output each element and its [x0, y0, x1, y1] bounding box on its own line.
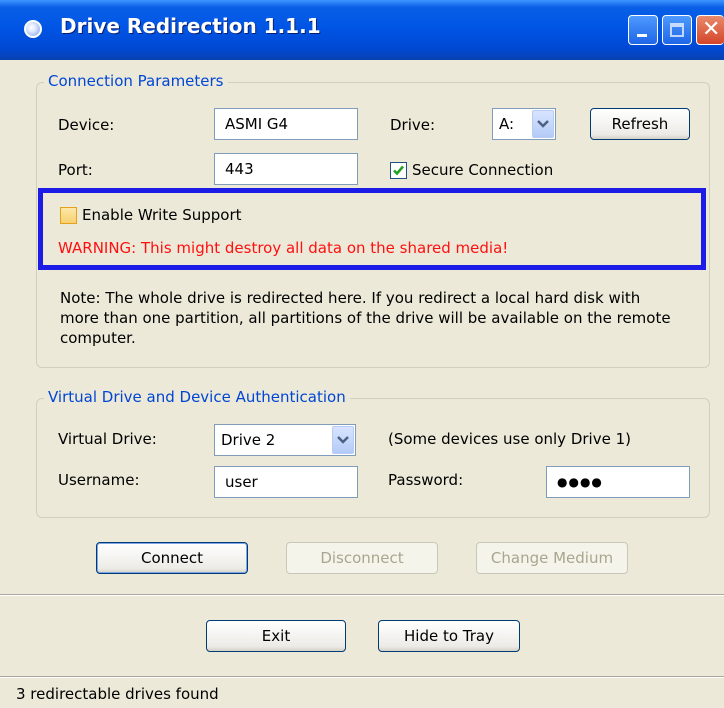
- minimize-button[interactable]: [628, 15, 658, 45]
- maximize-icon: [670, 23, 684, 37]
- device-label: Device:: [58, 116, 115, 134]
- password-label: Password:: [388, 471, 464, 489]
- virtual-drive-group: [36, 398, 710, 518]
- connect-button[interactable]: Connect: [96, 542, 248, 574]
- virtual-drive-label: Virtual Drive:: [58, 430, 157, 448]
- window-title: Drive Redirection 1.1.1: [60, 14, 321, 38]
- exit-button[interactable]: Exit: [206, 620, 346, 652]
- device-field[interactable]: ASMI G4: [214, 108, 358, 140]
- enable-write-label[interactable]: Enable Write Support: [82, 206, 242, 224]
- status-separator: [0, 676, 724, 678]
- disconnect-button[interactable]: Disconnect: [286, 542, 438, 574]
- drive-select-value: A:: [499, 115, 515, 133]
- port-label: Port:: [58, 161, 93, 179]
- checkmark-icon: [393, 165, 404, 176]
- password-field[interactable]: ●●●●: [546, 466, 690, 498]
- secure-connection-label[interactable]: Secure Connection: [412, 161, 553, 179]
- drive-select[interactable]: A:: [492, 108, 556, 140]
- app-icon[interactable]: [24, 20, 42, 38]
- drive-note-text: Note: The whole drive is redirected here…: [60, 289, 671, 347]
- button-separator: [0, 594, 724, 596]
- close-button[interactable]: ✕: [696, 15, 724, 45]
- refresh-button[interactable]: Refresh: [590, 108, 690, 140]
- maximize-button[interactable]: [662, 15, 692, 45]
- username-label: Username:: [58, 471, 140, 489]
- virtual-drive-select[interactable]: Drive 2: [214, 424, 356, 456]
- close-icon: ✕: [702, 17, 721, 42]
- minimize-icon: [637, 34, 647, 37]
- connection-legend: Connection Parameters: [44, 72, 228, 90]
- title-bar[interactable]: Drive Redirection 1.1.1 ✕: [0, 0, 724, 60]
- write-support-highlight: [38, 188, 706, 270]
- change-medium-button[interactable]: Change Medium: [476, 542, 628, 574]
- status-text: 3 redirectable drives found: [16, 685, 219, 703]
- enable-write-checkbox[interactable]: [60, 207, 77, 224]
- port-field[interactable]: 443: [214, 153, 358, 185]
- hide-to-tray-button[interactable]: Hide to Tray: [378, 620, 520, 652]
- write-warning-text: WARNING: This might destroy all data on …: [58, 239, 509, 257]
- chevron-down-icon[interactable]: [532, 110, 554, 138]
- chevron-down-icon[interactable]: [332, 426, 354, 454]
- virtual-drive-hint: (Some devices use only Drive 1): [388, 430, 631, 448]
- drive-label: Drive:: [390, 116, 436, 134]
- virtual-drive-legend: Virtual Drive and Device Authentication: [44, 388, 350, 406]
- username-field[interactable]: user: [214, 466, 358, 498]
- secure-connection-checkbox[interactable]: [390, 162, 407, 179]
- virtual-drive-value: Drive 2: [221, 431, 276, 449]
- status-bar: 3 redirectable drives found: [0, 680, 724, 708]
